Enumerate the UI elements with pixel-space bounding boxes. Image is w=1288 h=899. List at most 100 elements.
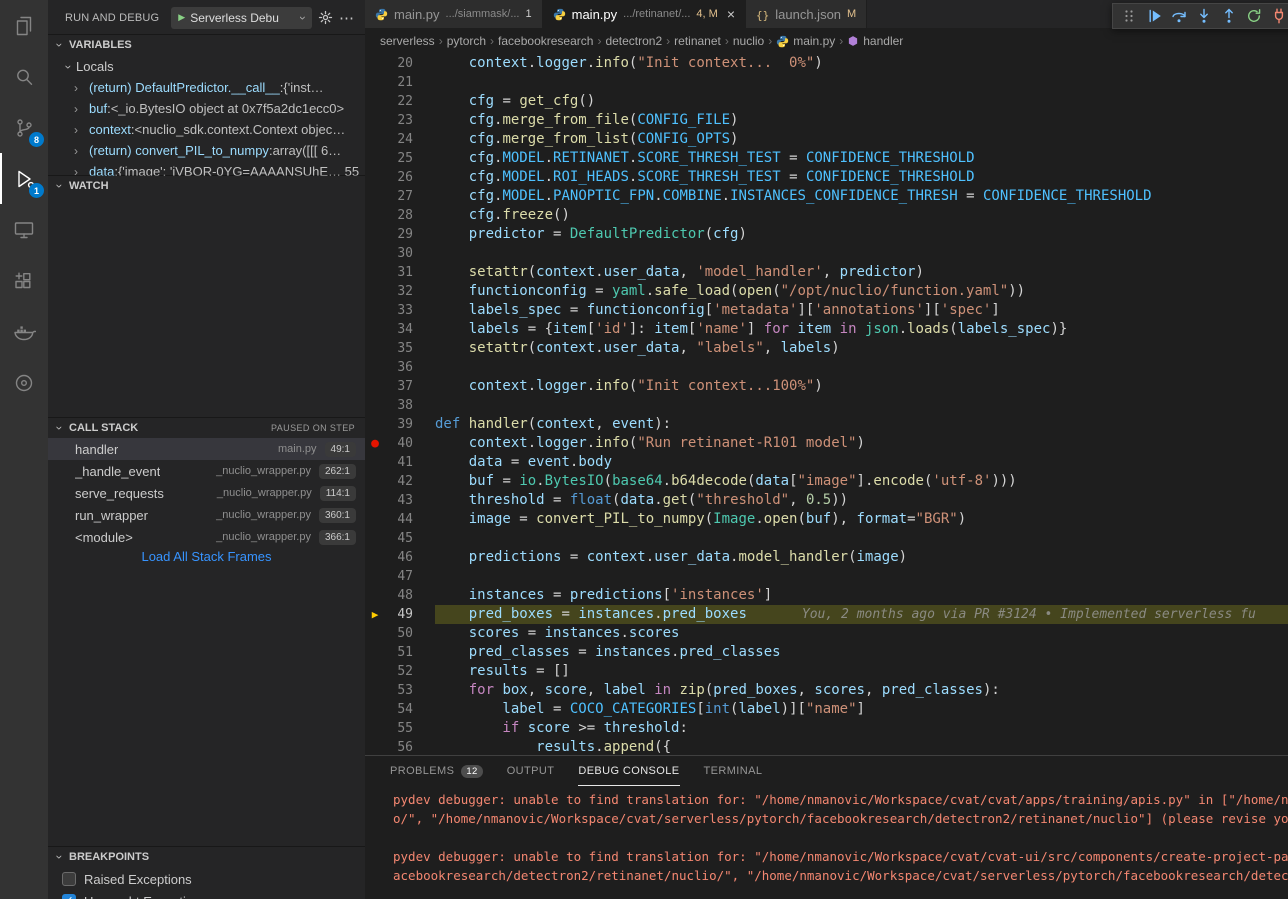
panel-tab-output[interactable]: OUTPUT bbox=[507, 756, 555, 786]
code-line-28[interactable]: 28 cfg.freeze() bbox=[365, 206, 1288, 225]
callstack-section-header[interactable]: › CALL STACK PAUSED ON STEP bbox=[48, 418, 365, 438]
code-line-52[interactable]: 52 results = [] bbox=[365, 662, 1288, 681]
activity-item-explorer[interactable] bbox=[0, 0, 48, 51]
restart-button[interactable] bbox=[1241, 5, 1266, 27]
gutter[interactable]: 50 bbox=[365, 624, 435, 643]
gutter[interactable]: 23 bbox=[365, 111, 435, 130]
code-line-29[interactable]: 29 predictor = DefaultPredictor(cfg) bbox=[365, 225, 1288, 244]
gutter[interactable]: 44 bbox=[365, 510, 435, 529]
step-out-button[interactable] bbox=[1216, 5, 1241, 27]
gutter[interactable]: 54 bbox=[365, 700, 435, 719]
stack-frame[interactable]: run_wrapper_nuclio_wrapper.py360:1 bbox=[48, 504, 365, 526]
debug-config-dropdown[interactable]: ▶ Serverless Debu › bbox=[171, 7, 312, 29]
activity-item-docker[interactable] bbox=[0, 306, 48, 357]
code-line-41[interactable]: 41 data = event.body bbox=[365, 453, 1288, 472]
activity-item-extensions[interactable] bbox=[0, 255, 48, 306]
code-line-25[interactable]: 25 cfg.MODEL.RETINANET.SCORE_THRESH_TEST… bbox=[365, 149, 1288, 168]
code-line-45[interactable]: 45 bbox=[365, 529, 1288, 548]
gutter[interactable]: 20 bbox=[365, 54, 435, 73]
code-line-44[interactable]: 44 image = convert_PIL_to_numpy(Image.op… bbox=[365, 510, 1288, 529]
gear-icon[interactable] bbox=[318, 10, 333, 25]
code-line-36[interactable]: 36 bbox=[365, 358, 1288, 377]
gutter[interactable]: 26 bbox=[365, 168, 435, 187]
code-line-51[interactable]: 51 pred_classes = instances.pred_classes bbox=[365, 643, 1288, 662]
breadcrumb-item-facebookresearch[interactable]: facebookresearch bbox=[498, 34, 593, 48]
gutter[interactable]: 46 bbox=[365, 548, 435, 567]
variable-row[interactable]: ›buf: <_io.BytesIO object at 0x7f5a2dc1e… bbox=[48, 98, 365, 119]
gutter[interactable]: 29 bbox=[365, 225, 435, 244]
code-line-49[interactable]: ▶49 pred_boxes = instances.pred_boxesYou… bbox=[365, 605, 1288, 624]
close-icon[interactable]: × bbox=[727, 7, 735, 21]
gutter[interactable]: 30 bbox=[365, 244, 435, 263]
tab-main.py[interactable]: main.py.../retinanet/...4, M× bbox=[543, 0, 746, 28]
code-line-33[interactable]: 33 labels_spec = functionconfig['metadat… bbox=[365, 301, 1288, 320]
code-line-23[interactable]: 23 cfg.merge_from_file(CONFIG_FILE) bbox=[365, 111, 1288, 130]
code-line-43[interactable]: 43 threshold = float(data.get("threshold… bbox=[365, 491, 1288, 510]
disconnect-button[interactable] bbox=[1266, 5, 1288, 27]
checkbox[interactable]: ✓ bbox=[62, 894, 76, 899]
variable-row[interactable]: ›(return) convert_PIL_to_numpy: array([[… bbox=[48, 140, 365, 161]
tab-launch.json[interactable]: {}launch.jsonM bbox=[746, 0, 867, 28]
gutter[interactable]: 35 bbox=[365, 339, 435, 358]
checkbox[interactable]: ✓ bbox=[62, 872, 76, 886]
gutter[interactable]: 48 bbox=[365, 586, 435, 605]
gutter[interactable]: ▶49 bbox=[365, 605, 435, 624]
gutter[interactable]: 36 bbox=[365, 358, 435, 377]
stack-frame[interactable]: <module>_nuclio_wrapper.py366:1 bbox=[48, 526, 365, 548]
code-line-35[interactable]: 35 setattr(context.user_data, "labels", … bbox=[365, 339, 1288, 358]
gutter[interactable]: 55 bbox=[365, 719, 435, 738]
breadcrumb-item-detectron2[interactable]: detectron2 bbox=[605, 34, 662, 48]
code-line-32[interactable]: 32 functionconfig = yaml.safe_load(open(… bbox=[365, 282, 1288, 301]
code-line-24[interactable]: 24 cfg.merge_from_list(CONFIG_OPTS) bbox=[365, 130, 1288, 149]
code-line-50[interactable]: 50 scores = instances.scores bbox=[365, 624, 1288, 643]
gutter[interactable]: 53 bbox=[365, 681, 435, 700]
code-line-39[interactable]: 39def handler(context, event): bbox=[365, 415, 1288, 434]
code-line-54[interactable]: 54 label = COCO_CATEGORIES[int(label)]["… bbox=[365, 700, 1288, 719]
gutter[interactable]: 51 bbox=[365, 643, 435, 662]
activity-item-search[interactable] bbox=[0, 51, 48, 102]
activity-item-run-and-debug[interactable]: 1 bbox=[0, 153, 48, 204]
gutter[interactable]: 56 bbox=[365, 738, 435, 755]
gutter[interactable]: 37 bbox=[365, 377, 435, 396]
breakpoints-section-header[interactable]: › BREAKPOINTS bbox=[48, 847, 365, 867]
variable-row[interactable]: ›(return) DefaultPredictor.__call__: {'i… bbox=[48, 77, 365, 98]
breadcrumb-item-handler[interactable]: handler bbox=[847, 34, 903, 48]
code-line-30[interactable]: 30 bbox=[365, 244, 1288, 263]
code-editor[interactable]: 20 context.logger.info("Init context... … bbox=[365, 54, 1288, 755]
code-line-27[interactable]: 27 cfg.MODEL.PANOPTIC_FPN.COMBINE.INSTAN… bbox=[365, 187, 1288, 206]
code-line-37[interactable]: 37 context.logger.info("Init context...1… bbox=[365, 377, 1288, 396]
breadcrumb-item-retinanet[interactable]: retinanet bbox=[674, 34, 721, 48]
gutter[interactable]: 32 bbox=[365, 282, 435, 301]
code-line-56[interactable]: 56 results.append({ bbox=[365, 738, 1288, 755]
code-line-21[interactable]: 21 bbox=[365, 73, 1288, 92]
code-line-48[interactable]: 48 instances = predictions['instances'] bbox=[365, 586, 1288, 605]
gutter[interactable]: 45 bbox=[365, 529, 435, 548]
gutter[interactable]: 24 bbox=[365, 130, 435, 149]
code-line-38[interactable]: 38 bbox=[365, 396, 1288, 415]
activity-item-tool-circle[interactable] bbox=[0, 357, 48, 408]
gutter[interactable]: 31 bbox=[365, 263, 435, 282]
code-line-40[interactable]: ●40 context.logger.info("Run retinanet-R… bbox=[365, 434, 1288, 453]
activity-item-source-control[interactable]: 8 bbox=[0, 102, 48, 153]
code-line-22[interactable]: 22 cfg = get_cfg() bbox=[365, 92, 1288, 111]
code-line-31[interactable]: 31 setattr(context.user_data, 'model_han… bbox=[365, 263, 1288, 282]
code-line-26[interactable]: 26 cfg.MODEL.ROI_HEADS.SCORE_THRESH_TEST… bbox=[365, 168, 1288, 187]
continue-button[interactable] bbox=[1141, 5, 1166, 27]
code-line-42[interactable]: 42 buf = io.BytesIO(base64.b64decode(dat… bbox=[365, 472, 1288, 491]
breadcrumb-item-serverless[interactable]: serverless bbox=[380, 34, 435, 48]
watch-section-header[interactable]: › WATCH bbox=[48, 176, 365, 196]
variable-row[interactable]: ›context: <nuclio_sdk.context.Context ob… bbox=[48, 119, 365, 140]
locals-scope[interactable]: › Locals bbox=[48, 56, 365, 77]
tab-main.py[interactable]: main.py.../siammask/...1 bbox=[365, 0, 543, 28]
code-line-46[interactable]: 46 predictions = context.user_data.model… bbox=[365, 548, 1288, 567]
gutter[interactable]: 22 bbox=[365, 92, 435, 111]
gutter[interactable]: 38 bbox=[365, 396, 435, 415]
breadcrumb-item-nuclio[interactable]: nuclio bbox=[733, 34, 764, 48]
activity-item-remote-explorer[interactable] bbox=[0, 204, 48, 255]
gutter[interactable]: 25 bbox=[365, 149, 435, 168]
code-line-55[interactable]: 55 if score >= threshold: bbox=[365, 719, 1288, 738]
stack-frame[interactable]: handlermain.py49:1 bbox=[48, 438, 365, 460]
gutter[interactable]: 27 bbox=[365, 187, 435, 206]
gutter[interactable]: 39 bbox=[365, 415, 435, 434]
panel-tab-terminal[interactable]: TERMINAL bbox=[704, 756, 763, 786]
